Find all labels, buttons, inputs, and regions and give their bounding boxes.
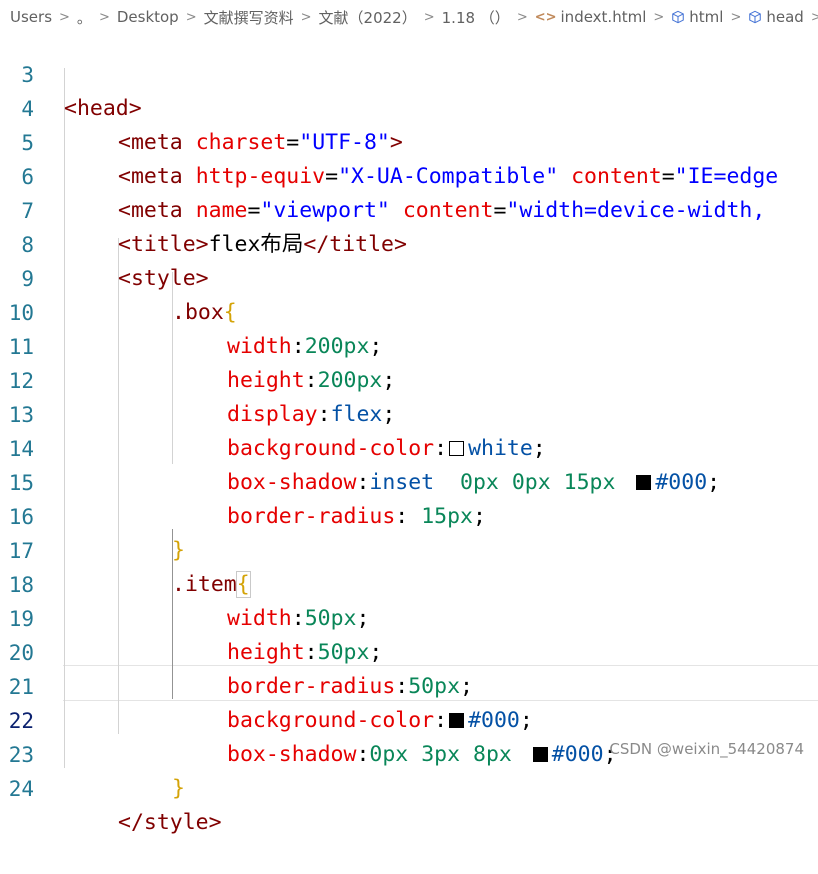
chevron-right-icon: > [653, 9, 665, 25]
code-line: 8 <style> [0, 194, 818, 291]
code-line: 18 width:50px; [0, 534, 818, 631]
line-number: 24 [8, 777, 34, 801]
code-line: 17 .item{ [0, 500, 818, 598]
chevron-right-icon: > [810, 9, 818, 25]
code-line: 5 <meta http-equiv="X-UA-Compatible" con… [0, 92, 818, 189]
code-editor[interactable]: 3 <head> 4 <meta charset="UTF-8"> 5 <met… [0, 34, 818, 835]
cube-icon [672, 10, 685, 24]
chevron-right-icon: > [423, 9, 435, 25]
chevron-right-icon: > [59, 9, 70, 25]
code-line: 16 } [0, 466, 818, 563]
cube-icon [749, 10, 762, 24]
code-line: 20 border-radius:50px; [0, 602, 818, 699]
code-line: 6 <meta name="viewport" content="width=d… [0, 126, 818, 223]
code-line: 3 <head> [0, 24, 818, 121]
code-line: 7 <title>flex布局</title> [0, 160, 818, 257]
code-line: 19 height:50px; [0, 568, 818, 665]
code-line: 15 border-radius: 15px; [0, 432, 818, 529]
code-line: 12 display:flex; [0, 330, 818, 427]
code-line: 21 background-color: #000; [0, 636, 818, 733]
code-line: 4 <meta charset="UTF-8"> [0, 58, 818, 155]
code-line-active: 22 box-shadow:0px 3px 8px #000; [0, 670, 818, 767]
code-token: } [172, 776, 185, 801]
chevron-right-icon: > [300, 9, 312, 25]
chevron-right-icon: > [185, 9, 197, 25]
code-line: 10 width:200px; [0, 262, 818, 359]
code-line: 23 } [0, 704, 818, 801]
code-brackets-icon: <> [534, 9, 557, 25]
chevron-right-icon: > [516, 9, 528, 25]
code-token: </style> [118, 810, 222, 835]
code-line: 14 box-shadow:inset 0px 0px 15px #000; [0, 398, 818, 495]
watermark: CSDN @weixin_54420874 [609, 740, 804, 758]
chevron-right-icon: > [730, 9, 742, 25]
chevron-right-icon: > [98, 9, 110, 25]
code-line: 13 background-color: white; [0, 364, 818, 461]
code-line: 9 .box{ [0, 228, 818, 325]
code-line: 11 height:200px; [0, 296, 818, 393]
